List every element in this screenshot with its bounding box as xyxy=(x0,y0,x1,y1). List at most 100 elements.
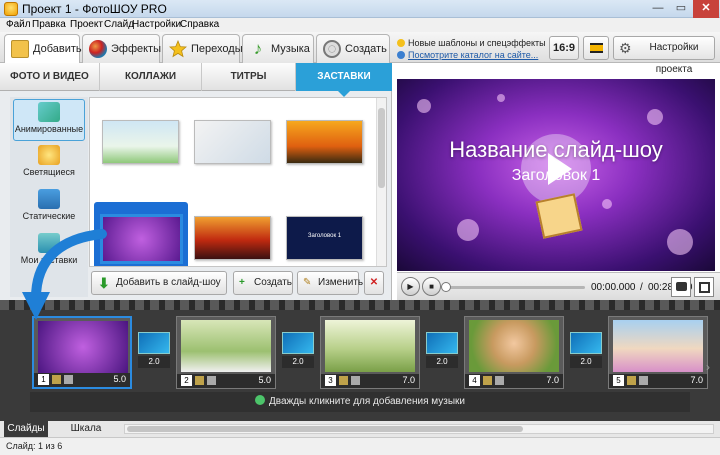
transition-duration[interactable]: 2.0 xyxy=(138,356,170,368)
tab-music[interactable]: ♪ Музыка xyxy=(242,34,314,63)
sound-icon[interactable] xyxy=(639,376,648,385)
sound-icon[interactable] xyxy=(495,376,504,385)
menu-help[interactable]: Справка xyxy=(180,19,219,30)
subtab-collages[interactable]: КОЛЛАЖИ xyxy=(100,63,202,91)
close-button[interactable]: ✕ xyxy=(693,0,719,18)
seek-bar[interactable] xyxy=(443,286,585,289)
category-my-intros[interactable]: Мои заставки xyxy=(13,231,85,273)
tab-add[interactable]: Добавить xyxy=(4,34,82,64)
intro-thumb-4-selected[interactable] xyxy=(100,214,183,264)
slide-3-thumbnail xyxy=(325,320,415,372)
slide-5[interactable]: 5 7.0 xyxy=(608,316,708,389)
slide-number: 4 xyxy=(469,375,480,386)
slide-duration[interactable]: 5.0 xyxy=(113,374,126,384)
edit-slide-icon[interactable] xyxy=(483,376,492,385)
tab-create[interactable]: Создать xyxy=(316,34,390,63)
menu-file[interactable]: Файл xyxy=(6,19,31,30)
aspect-ratio-button[interactable]: 16:9 xyxy=(549,36,579,60)
intro-thumb-1[interactable] xyxy=(102,120,179,164)
sound-icon[interactable] xyxy=(207,376,216,385)
subtab-titles[interactable]: ТИТРЫ xyxy=(202,63,296,91)
transition-duration[interactable]: 2.0 xyxy=(570,356,602,368)
app-logo-icon xyxy=(4,2,18,16)
tab-transitions[interactable]: Переходы xyxy=(162,34,243,63)
tab-slides[interactable]: Слайды xyxy=(4,421,48,437)
intro-thumb-3[interactable] xyxy=(286,120,363,164)
category-static-label: Статические xyxy=(22,211,76,221)
create-intro-button[interactable]: + Создать xyxy=(233,271,293,295)
add-to-slideshow-button[interactable]: ⬇ Добавить в слайд-шоу xyxy=(91,271,227,295)
transition-1[interactable]: 2.0 xyxy=(138,332,170,368)
edit-slide-icon[interactable] xyxy=(627,376,636,385)
slide-1[interactable]: 1 5.0 xyxy=(32,316,132,389)
bokeh-dot xyxy=(647,109,663,125)
slide-4[interactable]: 4 7.0 xyxy=(464,316,564,389)
music-track-area[interactable]: Дважды кликните для добавления музыки xyxy=(30,392,690,412)
project-settings-button[interactable]: ⚙ Настройки проекта xyxy=(613,36,715,75)
my-intros-category-icon xyxy=(38,233,60,253)
edit-slide-icon[interactable] xyxy=(195,376,204,385)
view-tabs: Слайды Шкала времени xyxy=(0,421,720,449)
menu-settings[interactable]: Настройки xyxy=(132,19,181,30)
delete-intro-button[interactable]: ✕ xyxy=(364,271,384,295)
star-bullet-icon xyxy=(397,39,405,47)
main-toolbar: Добавить Эффекты Переходы ♪ Музыка Созда… xyxy=(0,32,720,75)
snapshot-button[interactable] xyxy=(671,277,691,297)
minimize-button[interactable]: — xyxy=(647,0,669,18)
news-headline: Новые шаблоны и спецэффекты xyxy=(397,38,546,48)
palette-icon xyxy=(89,40,107,58)
intro-thumb-6[interactable]: Заголовок 1 xyxy=(286,216,363,260)
subtab-photo-video[interactable]: ФОТО И ВИДЕО xyxy=(0,63,100,91)
edit-intro-label: Изменить xyxy=(318,277,364,288)
bokeh-dot xyxy=(457,219,479,241)
menu-edit[interactable]: Правка xyxy=(32,19,66,30)
intro-thumb-5[interactable] xyxy=(194,216,271,260)
slide-duration[interactable]: 7.0 xyxy=(546,375,559,385)
sound-icon[interactable] xyxy=(64,375,73,384)
transition-duration[interactable]: 2.0 xyxy=(282,356,314,368)
widescreen-button[interactable] xyxy=(583,36,609,60)
transition-duration[interactable]: 2.0 xyxy=(426,356,458,368)
tab-effects[interactable]: Эффекты xyxy=(82,34,161,63)
sound-icon[interactable] xyxy=(351,376,360,385)
music-hint: Дважды кликните для добавления музыки xyxy=(268,396,466,407)
edit-slide-icon[interactable] xyxy=(52,375,61,384)
seek-handle[interactable] xyxy=(441,282,451,292)
slide-3[interactable]: 3 7.0 xyxy=(320,316,420,389)
menu-project[interactable]: Проект xyxy=(70,19,103,30)
intro-thumb-2[interactable] xyxy=(194,120,271,164)
play-button[interactable]: ▶ xyxy=(401,277,420,296)
category-static[interactable]: Статические xyxy=(13,187,85,229)
timeline-scroll-thumb[interactable] xyxy=(127,426,523,432)
slide-duration[interactable]: 7.0 xyxy=(402,375,415,385)
scroll-right-arrow-icon[interactable]: › xyxy=(706,360,714,374)
category-glowing[interactable]: Светящиеся xyxy=(13,143,85,185)
transition-preview-icon xyxy=(138,332,170,354)
edit-slide-icon[interactable] xyxy=(339,376,348,385)
video-preview[interactable]: Название слайд-шоу Заголовок 1 xyxy=(397,79,715,271)
subtab-intros[interactable]: ЗАСТАВКИ xyxy=(296,63,392,97)
slide-2[interactable]: 2 5.0 xyxy=(176,316,276,389)
slide-duration[interactable]: 7.0 xyxy=(690,375,703,385)
transition-4[interactable]: 2.0 xyxy=(570,332,602,368)
stop-button[interactable]: ■ xyxy=(422,277,441,296)
transition-3[interactable]: 2.0 xyxy=(426,332,458,368)
slide-duration[interactable]: 5.0 xyxy=(258,375,271,385)
category-animated[interactable]: Анимированные xyxy=(13,99,85,141)
widescreen-icon xyxy=(590,43,603,53)
timeline-scrollbar[interactable] xyxy=(124,424,714,434)
maximize-button[interactable]: ▭ xyxy=(670,0,692,18)
transition-2[interactable]: 2.0 xyxy=(282,332,314,368)
catalog-link[interactable]: Посмотрите каталог на сайте... xyxy=(397,50,538,60)
category-animated-label: Анимированные xyxy=(14,124,84,134)
edit-intro-button[interactable]: ✎ Изменить xyxy=(297,271,363,295)
folder-add-icon xyxy=(11,40,29,58)
gallery-scrollbar[interactable] xyxy=(376,98,386,266)
tab-timeline[interactable]: Шкала времени xyxy=(50,421,122,449)
preview-subtitle: Заголовок 1 xyxy=(511,167,601,184)
slide-number: 1 xyxy=(38,374,49,385)
fullscreen-button[interactable] xyxy=(694,277,714,297)
menu-slide[interactable]: Слайд xyxy=(104,19,134,30)
content-panel: ФОТО И ВИДЕО КОЛЛАЖИ ТИТРЫ ЗАСТАВКИ Аним… xyxy=(0,63,392,300)
gallery-scroll-thumb[interactable] xyxy=(378,108,385,188)
